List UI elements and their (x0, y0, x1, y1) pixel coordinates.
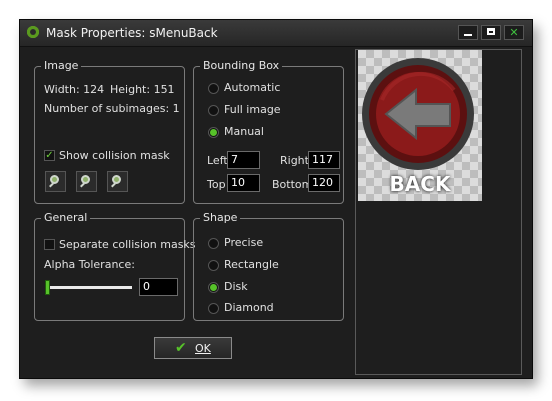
zoom-out-button[interactable] (45, 171, 66, 192)
sprite-back-text: BACK (389, 172, 451, 196)
ok-button-label: OK (195, 342, 211, 355)
radio-manual[interactable] (208, 127, 219, 138)
alpha-tolerance-field[interactable]: 0 (139, 278, 178, 296)
mask-properties-dialog: Mask Properties: sMenuBack ✕ Image Width… (19, 19, 533, 379)
zoom-in-icon-handle (111, 182, 116, 188)
general-group-label: General (41, 211, 91, 224)
top-field[interactable]: 10 (227, 174, 260, 192)
sprite-preview-panel[interactable]: BACK (355, 49, 522, 375)
top-label: Top (207, 178, 226, 191)
radio-full-image-label[interactable]: Full image (224, 103, 281, 116)
show-collision-mask-label[interactable]: Show collision mask (59, 149, 170, 162)
minimize-button[interactable] (458, 25, 478, 40)
radio-automatic-label[interactable]: Automatic (224, 81, 280, 94)
bottom-field[interactable]: 120 (308, 174, 340, 192)
general-group: General Separate collision masks Alpha T… (34, 211, 196, 321)
radio-diamond-label[interactable]: Diamond (224, 301, 274, 314)
bottom-label: Bottom (272, 178, 313, 191)
radio-rectangle-label[interactable]: Rectangle (224, 258, 279, 271)
radio-precise[interactable] (208, 238, 219, 249)
zoom-reset-button[interactable] (76, 171, 97, 192)
zoom-out-icon-handle (49, 182, 54, 188)
maximize-button[interactable] (481, 25, 501, 40)
width-label: Width: 124 (44, 83, 105, 96)
separate-collision-masks-checkbox[interactable] (44, 239, 55, 250)
show-collision-mask-checkbox[interactable]: ✓ (44, 150, 55, 161)
zoom-in-button[interactable] (107, 171, 128, 192)
radio-manual-label[interactable]: Manual (224, 125, 264, 138)
bounding-box-group: Bounding Box Automatic Full image Manual… (193, 59, 344, 204)
app-icon (27, 26, 39, 38)
title-bar[interactable]: Mask Properties: sMenuBack ✕ (20, 20, 532, 47)
radio-precise-label[interactable]: Precise (224, 236, 263, 249)
window-title: Mask Properties: sMenuBack (46, 26, 218, 40)
close-button[interactable]: ✕ (504, 25, 524, 40)
image-group-label: Image (41, 59, 82, 72)
shape-group-label: Shape (200, 211, 241, 224)
right-field[interactable]: 117 (308, 151, 340, 169)
radio-disk[interactable] (208, 282, 219, 293)
ok-button[interactable]: ✔ OK (154, 337, 232, 359)
checkmark-icon: ✔ (175, 340, 187, 356)
zoom-reset-icon-handle (80, 182, 85, 188)
window-controls: ✕ (458, 25, 524, 40)
alpha-tolerance-slider-thumb[interactable] (45, 280, 50, 295)
radio-diamond[interactable] (208, 303, 219, 314)
radio-full-image[interactable] (208, 105, 219, 116)
height-label: Height: 151 (110, 83, 175, 96)
alpha-tolerance-slider-track[interactable] (45, 286, 132, 289)
alpha-tolerance-label: Alpha Tolerance: (44, 258, 135, 271)
radio-rectangle[interactable] (208, 260, 219, 271)
radio-disk-label[interactable]: Disk (224, 280, 248, 293)
sprite-image: BACK (358, 50, 482, 201)
subimages-label: Number of subimages: 1 (44, 102, 180, 115)
left-label: Left (207, 154, 228, 167)
right-label: Right (280, 154, 309, 167)
radio-automatic[interactable] (208, 83, 219, 94)
image-group: Image Width: 124 Height: 151 Number of s… (34, 59, 185, 204)
left-field[interactable]: 7 (227, 151, 260, 169)
separate-collision-masks-label[interactable]: Separate collision masks (59, 238, 196, 251)
shape-group: Shape Precise Rectangle Disk Diamond (193, 211, 344, 321)
bounding-box-label: Bounding Box (200, 59, 283, 72)
